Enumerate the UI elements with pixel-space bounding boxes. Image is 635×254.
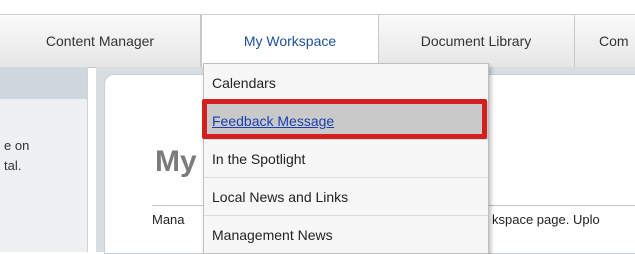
my-workspace-dropdown-menu: Calendars Feedback Message In the Spotli… — [203, 63, 489, 254]
menu-item-calendars[interactable]: Calendars — [204, 64, 488, 102]
highlight-annotation-box — [202, 99, 487, 139]
tab-label: Document Library — [420, 33, 532, 49]
menu-item-label: Local News and Links — [212, 189, 349, 205]
description-text-left: Mana — [152, 212, 185, 227]
page-title: My — [155, 145, 197, 178]
tab-label: Content Manager — [45, 33, 155, 49]
top-nav-bar: Content Manager My Workspace Document Li… — [0, 14, 635, 68]
left-panel-text-line1: e on — [4, 138, 30, 153]
menu-item-label: Management News — [212, 227, 333, 243]
description-text-right: kspace page. Uplo — [492, 212, 600, 227]
menu-item-label: Calendars — [212, 75, 276, 91]
left-panel-text-line2: tal. — [4, 158, 22, 173]
menu-item-in-the-spotlight[interactable]: In the Spotlight — [204, 139, 488, 177]
tab-document-library[interactable]: Document Library — [378, 15, 575, 67]
tab-my-workspace[interactable]: My Workspace — [201, 15, 379, 67]
menu-item-local-news-and-links[interactable]: Local News and Links — [204, 177, 488, 215]
tab-label: My Workspace — [243, 33, 337, 49]
tab-content-manager[interactable]: Content Manager — [0, 15, 201, 67]
tab-com[interactable]: Com — [575, 15, 635, 67]
tab-label: Com — [599, 33, 629, 49]
menu-item-label: In the Spotlight — [212, 151, 306, 167]
menu-item-management-news[interactable]: Management News — [204, 215, 488, 253]
left-panel-header — [0, 67, 87, 99]
